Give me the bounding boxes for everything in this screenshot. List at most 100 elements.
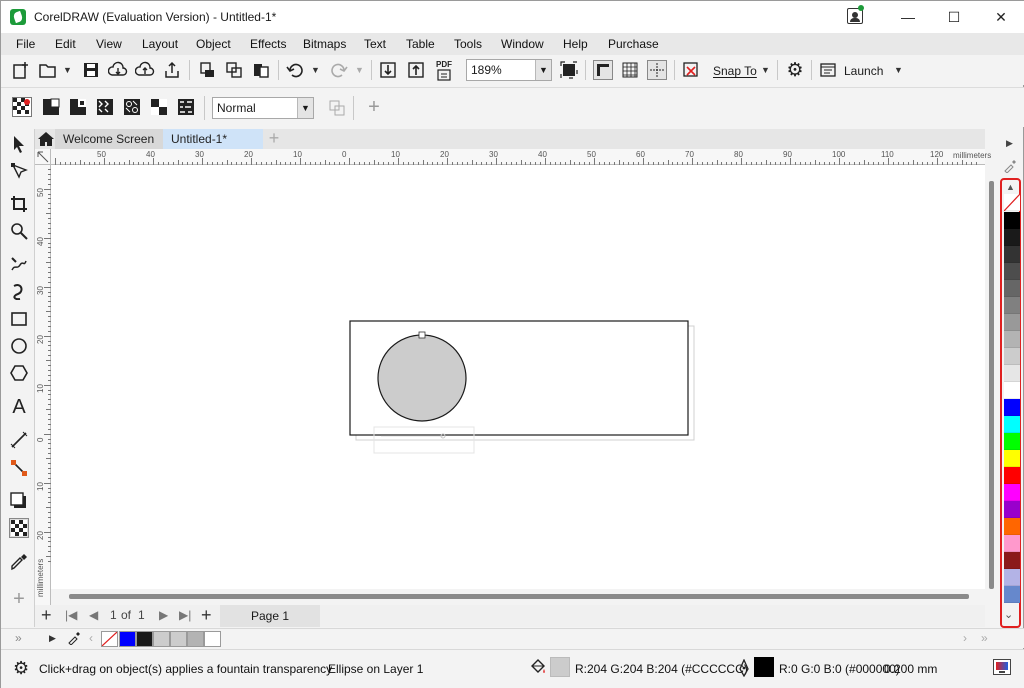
palette-swatch[interactable] xyxy=(1004,314,1020,331)
eyedropper-tool-icon[interactable] xyxy=(9,552,29,572)
palette-swatch[interactable] xyxy=(1004,518,1020,535)
transparency-tool-icon[interactable] xyxy=(9,518,29,538)
fountain-transparency-icon[interactable] xyxy=(68,97,88,117)
add-tool-plus-icon[interactable]: + xyxy=(9,588,29,610)
close-button[interactable]: ✕ xyxy=(978,1,1024,33)
save-icon[interactable] xyxy=(81,60,101,80)
palette-swatch[interactable] xyxy=(1004,552,1020,569)
minimize-button[interactable]: — xyxy=(885,1,931,33)
launch-icon[interactable] xyxy=(818,60,838,80)
zoom-tool-icon[interactable] xyxy=(9,221,29,241)
undo-dropdown-arrow-icon[interactable]: ▼ xyxy=(311,65,320,75)
document-palette-eyedropper-icon[interactable] xyxy=(67,631,81,648)
merge-mode-dropdown-arrow-icon[interactable]: ▼ xyxy=(297,98,313,118)
palette-swatch[interactable] xyxy=(1004,229,1020,246)
menu-edit[interactable]: Edit xyxy=(55,37,76,51)
color-proofing-icon[interactable] xyxy=(993,659,1011,675)
eyedropper-palette-icon[interactable] xyxy=(1003,159,1017,176)
document-palette-scroll-right-icon[interactable]: › xyxy=(963,631,967,645)
bitmap-pattern-transparency-icon[interactable] xyxy=(122,97,142,117)
palette-swatch[interactable] xyxy=(1004,365,1020,382)
zoom-dropdown-arrow-icon[interactable]: ▼ xyxy=(535,60,551,80)
zoom-level-combo[interactable]: 189% ▼ xyxy=(466,59,552,81)
shape-tool-icon[interactable] xyxy=(9,161,29,181)
first-page-icon[interactable]: |◀ xyxy=(65,608,77,622)
uniform-transparency-icon[interactable] xyxy=(41,97,61,117)
vertical-scrollbar[interactable] xyxy=(985,165,999,605)
palette-swatch[interactable] xyxy=(1004,569,1020,586)
document-palette-swatch[interactable] xyxy=(204,631,221,647)
vertical-scrollbar-thumb[interactable] xyxy=(989,181,994,589)
horizontal-scrollbar[interactable] xyxy=(51,589,985,605)
document-palette-swatch[interactable] xyxy=(170,631,187,647)
texture-transparency-icon[interactable] xyxy=(176,97,196,117)
palette-swatch[interactable] xyxy=(1004,484,1020,501)
palette-swatch[interactable] xyxy=(1004,586,1020,603)
cloud-download-icon[interactable] xyxy=(108,60,128,80)
print-merge-icon[interactable] xyxy=(224,60,244,80)
outline-color-swatch[interactable] xyxy=(754,657,774,677)
menu-file[interactable]: File xyxy=(16,37,35,51)
share-icon[interactable] xyxy=(162,60,182,80)
menu-view[interactable]: View xyxy=(96,37,122,51)
menu-text[interactable]: Text xyxy=(364,37,386,51)
palette-scroll-down-icon[interactable]: ⌄ xyxy=(1004,608,1013,621)
menu-tools[interactable]: Tools xyxy=(454,37,482,51)
document-palette-swatch[interactable] xyxy=(119,631,136,647)
menu-help[interactable]: Help xyxy=(563,37,588,51)
palette-swatch[interactable] xyxy=(1004,416,1020,433)
launch-dropdown-arrow-icon[interactable]: ▼ xyxy=(894,65,903,75)
maximize-button[interactable]: ☐ xyxy=(931,1,977,33)
document-palette-swatch[interactable] xyxy=(187,631,204,647)
add-property-plus-icon[interactable]: + xyxy=(364,96,384,118)
panel-expand-arrow-icon[interactable]: ▶ xyxy=(1006,138,1013,149)
vector-pattern-transparency-icon[interactable] xyxy=(95,97,115,117)
palette-swatch[interactable] xyxy=(1004,399,1020,416)
export-icon[interactable] xyxy=(406,60,426,80)
pick-tool-icon[interactable] xyxy=(9,134,29,154)
palette-swatch[interactable] xyxy=(1004,382,1020,399)
menu-object[interactable]: Object xyxy=(196,37,231,51)
horizontal-scrollbar-thumb[interactable] xyxy=(69,594,969,599)
menu-window[interactable]: Window xyxy=(501,37,544,51)
publish-pdf-icon[interactable]: PDF xyxy=(433,58,455,82)
menu-bitmaps[interactable]: Bitmaps xyxy=(303,37,346,51)
palette-swatch[interactable] xyxy=(1004,535,1020,552)
drop-shadow-tool-icon[interactable] xyxy=(9,491,29,511)
outline-pen-icon[interactable] xyxy=(738,658,750,680)
palette-menu-arrow-icon[interactable]: ▶ xyxy=(49,633,56,644)
palette-swatch[interactable] xyxy=(1004,467,1020,484)
palette-swatch[interactable] xyxy=(1004,280,1020,297)
freehand-tool-icon[interactable] xyxy=(9,254,29,274)
undo-icon[interactable] xyxy=(285,60,305,80)
menu-layout[interactable]: Layout xyxy=(142,37,178,51)
rectangle-tool-icon[interactable] xyxy=(9,309,29,329)
fill-color-swatch[interactable] xyxy=(550,657,570,677)
next-page-icon[interactable]: ▶ xyxy=(159,608,168,622)
palette-swatch[interactable] xyxy=(1004,433,1020,450)
vertical-ruler[interactable]: 50 40 30 20 10 0 10 20 millimeters xyxy=(35,165,51,605)
text-tool-icon[interactable]: A xyxy=(9,396,29,418)
horizontal-ruler[interactable]: 50 40 30 20 10 0 10 20 30 40 50 60 70 80 90 100 110 120 m… xyxy=(35,149,991,165)
drawing-canvas[interactable] xyxy=(51,165,985,589)
add-page-before-plus-icon[interactable]: + xyxy=(41,605,52,626)
open-folder-icon[interactable] xyxy=(38,60,58,80)
document-palette-more-icon[interactable]: » xyxy=(981,631,988,645)
document-palette-scroll-left-icon[interactable]: ‹ xyxy=(89,631,93,645)
current-page-number[interactable]: 1 xyxy=(110,608,117,622)
account-icon[interactable] xyxy=(847,5,864,24)
previous-page-icon[interactable]: ◀ xyxy=(89,608,98,622)
parallel-dimension-tool-icon[interactable] xyxy=(9,430,29,450)
new-tab-plus-icon[interactable]: + xyxy=(265,128,283,148)
palette-scroll-up-icon[interactable]: ▲ xyxy=(1006,182,1015,192)
copy-paste-icon[interactable] xyxy=(251,60,271,80)
palette-swatch[interactable] xyxy=(1004,501,1020,518)
launch-label[interactable]: Launch xyxy=(844,64,883,78)
palette-swatch[interactable] xyxy=(1004,246,1020,263)
ellipse-tool-icon[interactable] xyxy=(9,336,29,356)
new-document-icon[interactable] xyxy=(11,60,31,80)
options-gear-icon[interactable]: ⚙ xyxy=(785,60,805,81)
add-page-after-plus-icon[interactable]: + xyxy=(201,605,212,626)
tab-welcome-screen[interactable]: Welcome Screen xyxy=(55,129,163,149)
redo-dropdown-arrow-icon[interactable]: ▼ xyxy=(355,65,364,75)
